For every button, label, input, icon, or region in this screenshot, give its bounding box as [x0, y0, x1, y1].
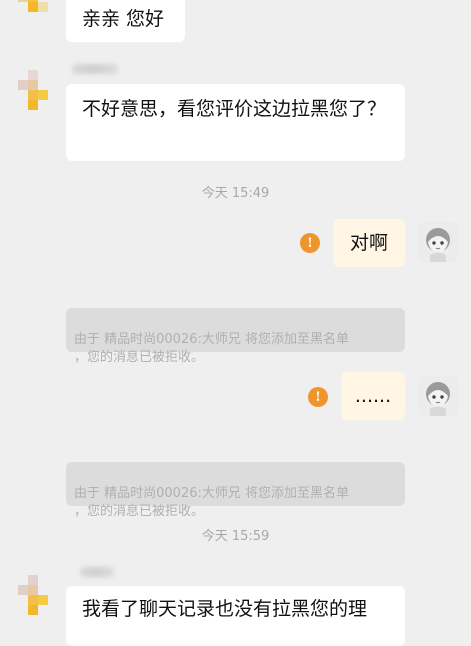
send-failed-warning-icon[interactable]: ! [308, 387, 328, 407]
message-bubble-seller[interactable]: 不好意思，看您评价这边拉黑您了？ [66, 84, 405, 161]
message-bubble-seller[interactable]: 亲亲 您好 [66, 0, 185, 42]
sender-name-blurred [72, 64, 118, 74]
warning-glyph: ! [315, 389, 321, 405]
message-text: 亲亲 您好 [82, 8, 165, 30]
sender-name-blurred [80, 567, 114, 577]
system-notice-text: 由于 精品时尚00026:大师兄 将您添加至黑名单 ，您的消息已被拒收。 [74, 332, 349, 365]
avatar-mosaic [18, 70, 58, 110]
avatar-seller[interactable] [18, 575, 58, 615]
avatar-seller[interactable] [18, 0, 58, 22]
user-avatar-icon [426, 382, 450, 416]
avatar-seller[interactable] [18, 70, 58, 110]
message-text: ...... [354, 385, 392, 407]
avatar-user[interactable] [418, 222, 458, 262]
avatar-user[interactable] [418, 376, 458, 416]
message-bubble-user[interactable]: ...... [341, 372, 405, 420]
message-text: 我看了聊天记录也没有拉黑您的理 [82, 598, 368, 620]
user-avatar-icon [426, 228, 450, 262]
system-notice-blocked: 由于 精品时尚00026:大师兄 将您添加至黑名单 ，您的消息已被拒收。 [66, 308, 405, 365]
message-bubble-user[interactable]: 对啊 [333, 219, 405, 267]
timestamp: 今天 15:49 [201, 186, 270, 201]
avatar-mosaic [18, 0, 58, 22]
message-text: 不好意思，看您评价这边拉黑您了？ [82, 98, 387, 120]
warning-glyph: ! [307, 235, 313, 251]
timestamp: 今天 15:59 [201, 529, 270, 544]
system-notice-text: 由于 精品时尚00026:大师兄 将您添加至黑名单 ，您的消息已被拒收。 [74, 486, 349, 519]
send-failed-warning-icon[interactable]: ! [300, 233, 320, 253]
message-text: 对啊 [349, 232, 388, 254]
avatar-mosaic [18, 575, 58, 615]
system-notice-blocked: 由于 精品时尚00026:大师兄 将您添加至黑名单 ，您的消息已被拒收。 [66, 462, 405, 519]
message-bubble-seller[interactable]: 我看了聊天记录也没有拉黑您的理 [66, 586, 405, 646]
